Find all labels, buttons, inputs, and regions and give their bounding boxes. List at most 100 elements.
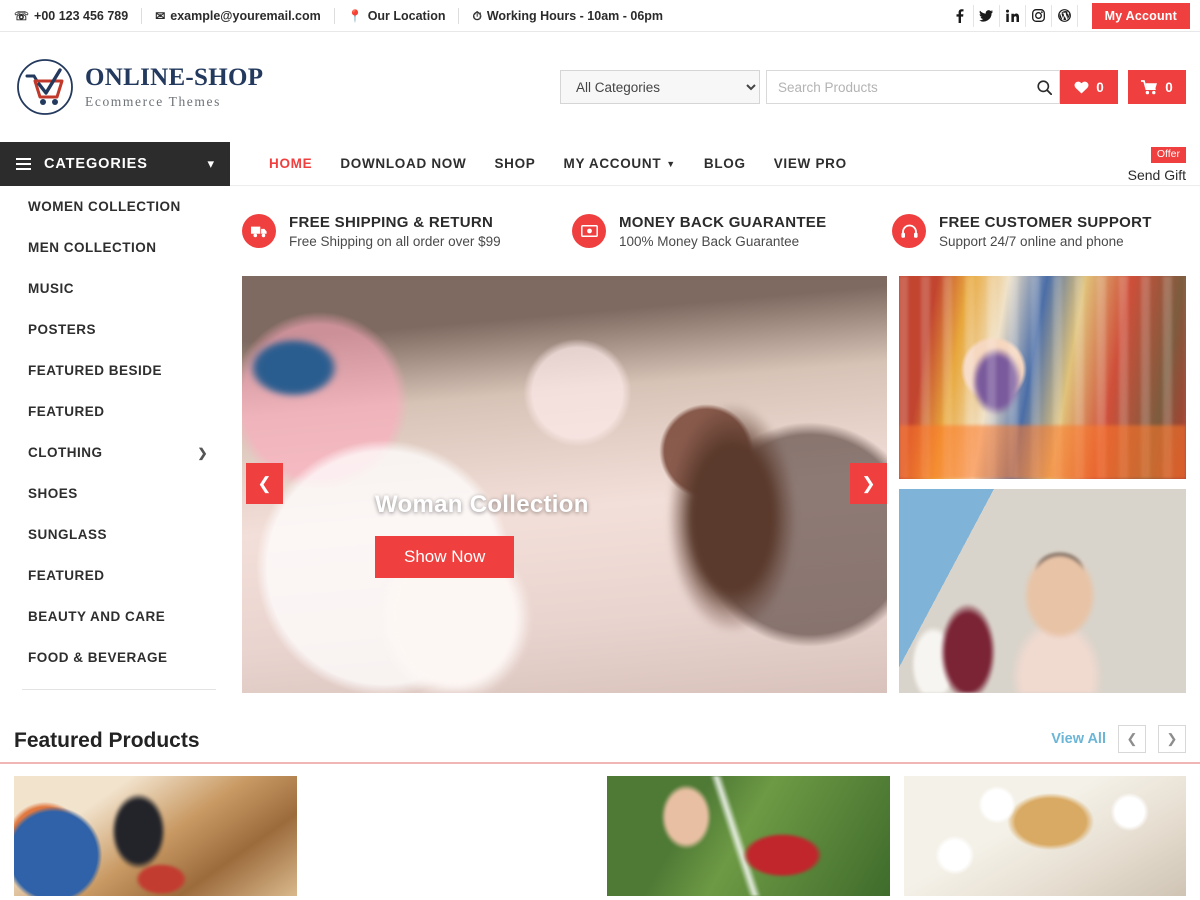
- search-box: [766, 70, 1060, 104]
- sidebar-item-women-collection[interactable]: WOMEN COLLECTION: [14, 186, 216, 227]
- wishlist-button[interactable]: 0: [1060, 70, 1118, 104]
- main-nav: HOME DOWNLOAD NOW SHOP MY ACCOUNT ▼ BLOG…: [230, 142, 1200, 186]
- feature-customer-support: FREE CUSTOMER SUPPORT Support 24/7 onlin…: [892, 214, 1152, 249]
- phone-info[interactable]: ☏ +00 123 456 789: [14, 9, 128, 23]
- sidebar-item-featured-2[interactable]: FEATURED: [14, 555, 216, 596]
- sidebar-item-label: SHOES: [28, 486, 78, 501]
- email-text: example@youremail.com: [170, 8, 321, 23]
- slider-next-button[interactable]: ❯: [850, 463, 887, 504]
- sidebar-item-beauty-and-care[interactable]: BEAUTY AND CARE: [14, 596, 216, 637]
- nav-label: VIEW PRO: [773, 156, 847, 171]
- search-button[interactable]: [1030, 70, 1058, 104]
- sidebar-item-music[interactable]: MUSIC: [14, 268, 216, 309]
- search-area: All Categories: [560, 70, 1060, 104]
- sidebar-item-featured-beside[interactable]: FEATURED BESIDE: [14, 350, 216, 391]
- send-gift[interactable]: Offer Send Gift: [1128, 145, 1186, 182]
- map-pin-icon: 📍: [347, 8, 363, 23]
- linkedin-icon[interactable]: [1000, 4, 1026, 27]
- top-bar-right: My Account: [948, 2, 1190, 29]
- products-next-button[interactable]: ❯: [1158, 725, 1186, 753]
- instagram-icon[interactable]: [1026, 4, 1052, 27]
- cart-button[interactable]: 0: [1128, 70, 1186, 104]
- search-input[interactable]: [766, 70, 1060, 104]
- sidebar-item-food-and-beverage[interactable]: FOOD & BEVERAGE: [14, 637, 216, 678]
- product-image: [14, 776, 297, 896]
- nav-item-download-now[interactable]: DOWNLOAD NOW: [340, 156, 466, 171]
- divider: [458, 7, 460, 24]
- nav-row: CATEGORIES ▾ HOME DOWNLOAD NOW SHOP MY A…: [0, 142, 1200, 186]
- chevron-right-icon: ❯: [197, 445, 208, 460]
- top-bar: ☏ +00 123 456 789 ✉ example@youremail.co…: [0, 0, 1200, 32]
- main-content: FREE SHIPPING & RETURN Free Shipping on …: [230, 186, 1200, 693]
- wordpress-icon[interactable]: [1052, 4, 1078, 27]
- sidebar-item-label: BEAUTY AND CARE: [28, 609, 166, 624]
- featured-products-list: [0, 764, 1200, 896]
- sidebar-item-label: CLOTHING: [28, 445, 103, 460]
- sidebar-item-posters[interactable]: POSTERS: [14, 309, 216, 350]
- logo-title: ONLINE-SHOP: [85, 64, 264, 92]
- hours-info: ⏱ Working Hours - 10am - 06pm: [472, 9, 663, 23]
- nav-item-shop[interactable]: SHOP: [494, 156, 535, 171]
- hours-text: Working Hours - 10am - 06pm: [486, 8, 664, 23]
- email-info[interactable]: ✉ example@youremail.com: [155, 9, 321, 23]
- feature-subtitle: 100% Money Back Guarantee: [619, 233, 800, 249]
- nav-item-blog[interactable]: BLOG: [704, 156, 746, 171]
- sidebar-divider: [22, 689, 216, 690]
- sidebar-item-label: SUNGLASS: [28, 527, 108, 542]
- search-icon: [1036, 79, 1052, 95]
- side-banner-toys[interactable]: [899, 276, 1186, 479]
- chevron-down-icon: ▾: [207, 156, 214, 171]
- sidebar-item-sunglass[interactable]: SUNGLASS: [14, 514, 216, 555]
- product-card[interactable]: [14, 776, 297, 896]
- product-card[interactable]: [903, 776, 1186, 896]
- service-features: FREE SHIPPING & RETURN Free Shipping on …: [242, 186, 1186, 276]
- hero-slider[interactable]: Woman Collection Show Now ❮ ❯: [242, 276, 887, 693]
- feature-subtitle: Free Shipping on all order over $99: [289, 233, 501, 249]
- featured-products-controls: View All ❮ ❯: [1051, 725, 1186, 753]
- product-card[interactable]: [311, 776, 594, 896]
- category-select[interactable]: All Categories: [560, 70, 760, 104]
- storefront-page: ☏ +00 123 456 789 ✉ example@youremail.co…: [0, 0, 1200, 900]
- nav-item-view-pro[interactable]: VIEW PRO: [774, 156, 847, 171]
- product-image: [607, 776, 890, 896]
- hamburger-icon: [16, 158, 31, 170]
- products-prev-button[interactable]: ❮: [1118, 725, 1146, 753]
- side-banner-fashion[interactable]: [899, 489, 1186, 693]
- show-now-button[interactable]: Show Now: [375, 536, 515, 578]
- sidebar-item-label: WOMEN COLLECTION: [28, 199, 181, 214]
- location-info[interactable]: 📍 Our Location: [348, 9, 446, 23]
- chevron-down-icon: ▼: [666, 158, 676, 169]
- sidebar-item-clothing[interactable]: CLOTHING ❯: [14, 432, 216, 473]
- my-account-button[interactable]: My Account: [1091, 2, 1190, 29]
- categories-toggle[interactable]: CATEGORIES ▾: [0, 142, 230, 186]
- nav-item-home[interactable]: HOME: [269, 156, 312, 171]
- product-image: [311, 776, 594, 896]
- logo[interactable]: ONLINE-SHOP Ecommerce Themes: [14, 56, 264, 118]
- phone-text: +00 123 456 789: [34, 8, 129, 23]
- twitter-icon[interactable]: [974, 4, 1000, 27]
- view-all-link[interactable]: View All: [1051, 731, 1106, 747]
- shopping-cart-logo-icon: [14, 56, 76, 118]
- cart-icon: [1141, 79, 1158, 94]
- hero-heading: Woman Collection: [375, 491, 589, 518]
- product-card[interactable]: [607, 776, 890, 896]
- category-sidebar: WOMEN COLLECTION MEN COLLECTION MUSIC PO…: [0, 186, 230, 693]
- offer-badge: Offer: [1150, 147, 1186, 163]
- nav-item-my-account[interactable]: MY ACCOUNT ▼: [564, 156, 676, 171]
- feature-free-shipping: FREE SHIPPING & RETURN Free Shipping on …: [242, 214, 572, 249]
- feature-title: MONEY BACK GUARANTEE: [619, 213, 827, 231]
- sidebar-item-shoes[interactable]: SHOES: [14, 473, 216, 514]
- heart-icon: [1074, 81, 1089, 94]
- product-image: [903, 776, 1186, 896]
- featured-products-header: Featured Products View All ❮ ❯: [0, 725, 1200, 764]
- divider: [333, 7, 335, 24]
- slider-prev-button[interactable]: ❮: [246, 463, 283, 504]
- money-icon: [572, 214, 606, 248]
- headset-icon: [892, 214, 926, 248]
- sidebar-item-men-collection[interactable]: MEN COLLECTION: [14, 227, 216, 268]
- truck-icon: [242, 214, 276, 248]
- banner-area: Woman Collection Show Now ❮ ❯: [242, 276, 1186, 693]
- sidebar-item-featured[interactable]: FEATURED: [14, 391, 216, 432]
- envelope-icon: ✉: [155, 8, 166, 23]
- facebook-icon[interactable]: [948, 4, 974, 27]
